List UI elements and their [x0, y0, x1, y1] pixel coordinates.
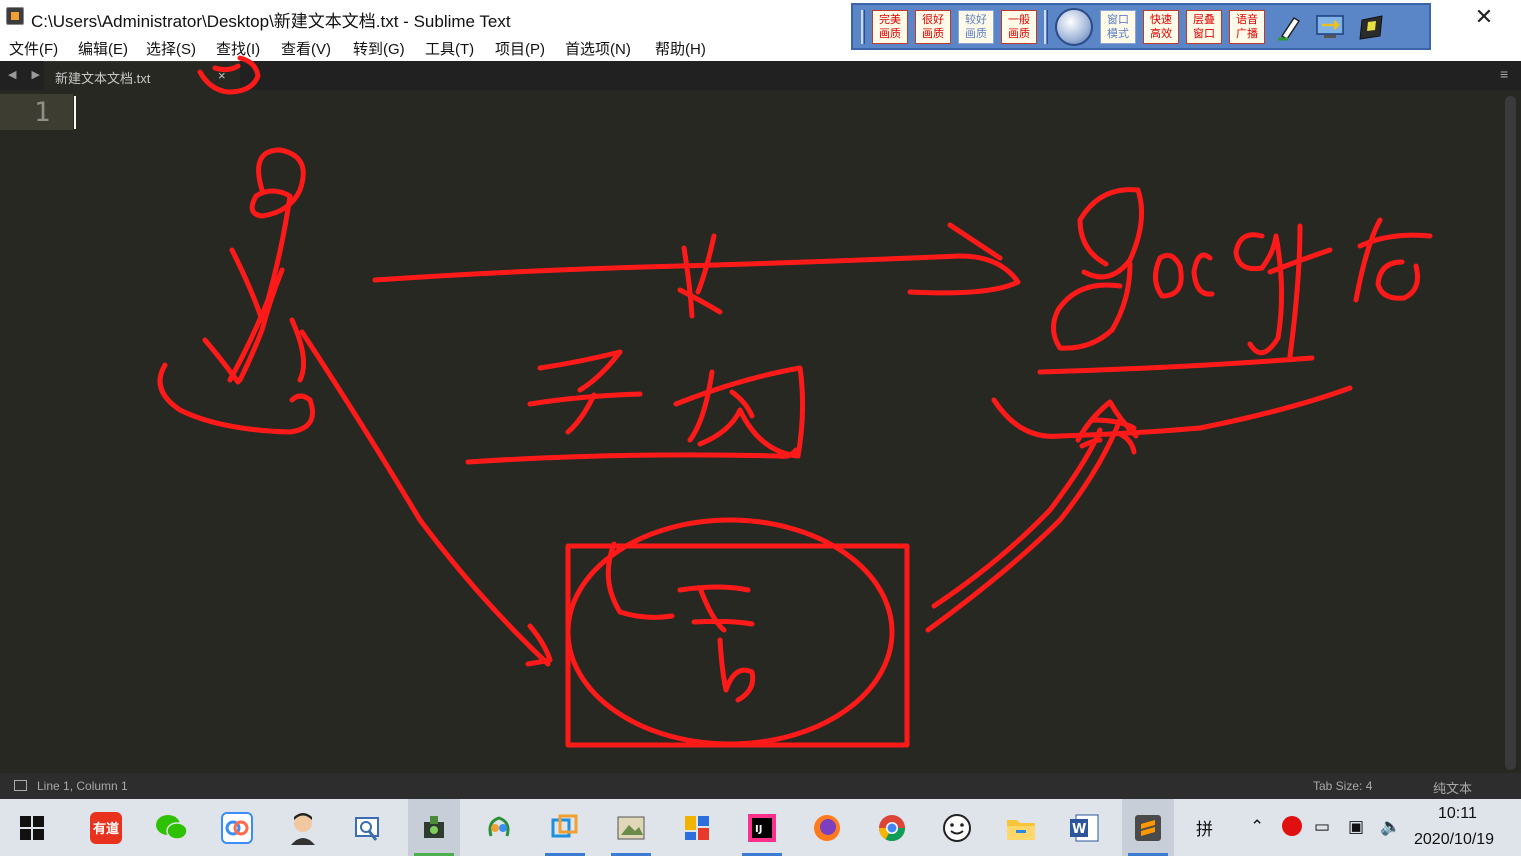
file-explorer-icon[interactable]: [995, 799, 1047, 856]
chrome-icon[interactable]: [866, 799, 918, 856]
intellij-icon[interactable]: IJ: [736, 799, 788, 856]
network-icon[interactable]: ▣: [1348, 817, 1364, 837]
menu-view[interactable]: 查看(V): [281, 38, 331, 59]
button-label: 广播: [1236, 26, 1258, 40]
close-window-button[interactable]: ✕: [1464, 0, 1504, 34]
youdao-label: 有道: [90, 811, 122, 844]
ime-indicator[interactable]: 拼: [1196, 815, 1213, 840]
quality-normal-button[interactable]: 一般 画质: [1001, 9, 1037, 44]
svg-text:IJ: IJ: [755, 824, 762, 835]
button-label: 完美: [879, 12, 901, 26]
menu-selection[interactable]: 选择(S): [146, 38, 196, 59]
quality-good-button[interactable]: 很好 画质: [915, 9, 951, 44]
camera-lens-icon[interactable]: [1055, 7, 1093, 46]
camera-app-icon[interactable]: [408, 799, 460, 856]
app-tiles-icon[interactable]: [671, 799, 723, 856]
chevron-up-icon[interactable]: ⌃: [1250, 817, 1264, 837]
tab-size-indicator[interactable]: Tab Size: 4: [1313, 779, 1372, 793]
clock-date[interactable]: 2020/10/19: [1414, 831, 1494, 849]
navicat-icon[interactable]: [473, 799, 525, 856]
menu-edit[interactable]: 编辑(E): [78, 38, 128, 59]
editor-area[interactable]: [73, 90, 1503, 773]
quality-fair-button[interactable]: 较好 画质: [958, 9, 994, 44]
menu-preferences[interactable]: 首选项(N): [565, 38, 631, 59]
line-gutter: [0, 90, 73, 773]
tab-file-name: 新建文本文档.txt: [55, 71, 151, 86]
cursor-position: Line 1, Column 1: [37, 779, 128, 793]
network-monitor-icon[interactable]: [1313, 10, 1347, 44]
button-label: 窗口: [1107, 12, 1129, 26]
fast-mode-button[interactable]: 快速 高效: [1143, 9, 1179, 44]
sublime-text-icon[interactable]: [1122, 799, 1174, 856]
avatar-app-icon[interactable]: [277, 799, 329, 856]
baidu-netdisk-icon[interactable]: [211, 799, 263, 856]
status-bar: Line 1, Column 1 Tab Size: 4 纯文本: [0, 773, 1521, 799]
button-label: 很好: [922, 12, 944, 26]
quality-perfect-button[interactable]: 完美 画质: [872, 9, 908, 44]
youdao-dict-icon[interactable]: 有道: [80, 799, 132, 856]
voice-broadcast-button[interactable]: 语音 广播: [1229, 9, 1265, 44]
smiley-app-icon[interactable]: [931, 799, 983, 856]
search-doc-icon[interactable]: [342, 799, 394, 856]
menu-project[interactable]: 项目(P): [495, 38, 545, 59]
clock-time[interactable]: 10:11: [1438, 805, 1477, 823]
panel-toggle-icon[interactable]: [14, 780, 27, 791]
button-label: 画质: [922, 26, 944, 40]
tab-bar: ◀ ▶ 新建文本文档.txt × ≡: [0, 61, 1521, 90]
tab-file[interactable]: 新建文本文档.txt ×: [44, 61, 240, 90]
menu-file[interactable]: 文件(F): [9, 38, 58, 59]
button-label: 模式: [1107, 26, 1129, 40]
menu-goto[interactable]: 转到(G): [353, 38, 405, 59]
text-cursor: [74, 96, 76, 129]
toolbar-divider: [1044, 9, 1048, 44]
wechat-icon[interactable]: [146, 799, 198, 856]
menu-help[interactable]: 帮助(H): [655, 38, 706, 59]
button-label: 较好: [965, 12, 987, 26]
button-label: 一般: [1008, 12, 1030, 26]
svg-text:W: W: [1072, 822, 1086, 837]
volume-icon[interactable]: 🔈: [1380, 817, 1401, 837]
button-label: 画质: [879, 26, 901, 40]
vmware-icon[interactable]: [539, 799, 591, 856]
menu-find[interactable]: 查找(I): [216, 38, 260, 59]
photo-viewer-icon[interactable]: [605, 799, 657, 856]
tab-nav-arrows[interactable]: ◀ ▶: [8, 68, 46, 81]
button-label: 画质: [965, 26, 987, 40]
word-icon[interactable]: W: [1058, 799, 1110, 856]
vertical-scrollbar[interactable]: [1505, 96, 1516, 770]
window-mode-button[interactable]: 窗口 模式: [1100, 9, 1136, 44]
menu-bar: 文件(F) 编辑(E) 选择(S) 查找(I) 查看(V) 转到(G) 工具(T…: [0, 34, 845, 61]
screen-capture-icon[interactable]: [1354, 10, 1388, 44]
window-title: C:\Users\Administrator\Desktop\新建文本文档.tx…: [31, 12, 511, 31]
firefox-icon[interactable]: [801, 799, 853, 856]
menu-tools[interactable]: 工具(T): [425, 38, 474, 59]
tab-close-icon[interactable]: ×: [218, 68, 226, 83]
tab-list-menu-icon[interactable]: ≡: [1500, 66, 1508, 82]
windows-taskbar: 有道 IJ W 拼 ⌃ ▭ ▣ 🔈 10:11 2020/10/19: [0, 799, 1521, 856]
toolbar-grip[interactable]: [861, 9, 865, 44]
button-label: 窗口: [1193, 26, 1215, 40]
button-label: 高效: [1150, 26, 1172, 40]
cascade-window-button[interactable]: 层叠 窗口: [1186, 9, 1222, 44]
record-icon[interactable]: [1282, 816, 1302, 836]
sublime-text-icon: [6, 7, 24, 25]
marker-pen-icon[interactable]: [1272, 10, 1306, 44]
syntax-indicator[interactable]: 纯文本: [1433, 778, 1472, 797]
line-number: 1: [34, 97, 51, 128]
windows-start-icon[interactable]: [20, 816, 44, 840]
battery-icon[interactable]: ▭: [1314, 817, 1330, 837]
button-label: 快速: [1150, 12, 1172, 26]
button-label: 语音: [1236, 12, 1258, 26]
quality-toolbar: 完美 画质 很好 画质 较好 画质 一般 画质 窗口 模式 快速 高效 层叠 窗口 语音 广播: [851, 3, 1431, 50]
button-label: 层叠: [1193, 12, 1215, 26]
button-label: 画质: [1008, 26, 1030, 40]
